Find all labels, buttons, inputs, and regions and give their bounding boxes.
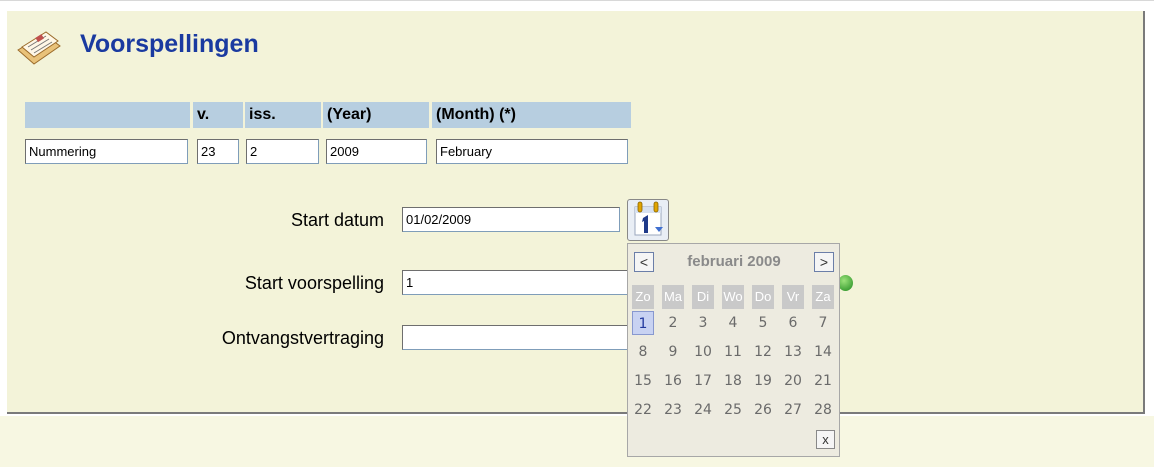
calendar-day[interactable]: 15: [632, 369, 654, 393]
calendar-day[interactable]: 28: [812, 398, 834, 422]
calendar-day[interactable]: 23: [662, 398, 684, 422]
calendar-day[interactable]: 10: [692, 340, 714, 364]
calendar-day[interactable]: 18: [722, 369, 744, 393]
calendar-day-name: Vr: [782, 285, 804, 309]
top-divider: [0, 0, 1154, 1]
issue-field[interactable]: [246, 139, 319, 164]
start-datum-label: Start datum: [290, 210, 384, 230]
table-header-volume: v.: [193, 102, 243, 128]
month-field[interactable]: [436, 139, 628, 164]
calendar-day[interactable]: 19: [752, 369, 774, 393]
start-datum-field[interactable]: [402, 207, 620, 232]
table-header-month: (Month) (*): [432, 102, 631, 128]
calendar-popup: < februari 2009 > x Zo Ma Di Wo Do Vr Za 1 2 3 4 5 6…: [627, 243, 840, 457]
calendar-day-name: Wo: [722, 285, 744, 309]
calendar-day[interactable]: 7: [812, 311, 834, 335]
year-field[interactable]: [326, 139, 427, 164]
calendar-day[interactable]: 6: [782, 311, 804, 335]
calendar-day[interactable]: 5: [752, 311, 774, 335]
ontvangstvertraging-field[interactable]: [402, 325, 628, 350]
calendar-day[interactable]: 4: [722, 311, 744, 335]
calendar-day[interactable]: 24: [692, 398, 714, 422]
calendar-icon: [634, 201, 663, 236]
calendar-day[interactable]: 3: [692, 311, 714, 335]
volume-field[interactable]: [197, 139, 239, 164]
calendar-day-name: Di: [692, 285, 714, 309]
page-title: Voorspellingen: [80, 30, 259, 58]
calendar-month-title: februari 2009: [687, 253, 781, 270]
calendar-day[interactable]: 11: [722, 340, 744, 364]
start-voorspelling-label: Start voorspelling: [244, 273, 384, 293]
calendar-day[interactable]: 9: [662, 340, 684, 364]
ontvangstvertraging-label: Ontvangstvertraging: [221, 328, 384, 348]
table-header-year: (Year): [323, 102, 429, 128]
calendar-day-name: Zo: [632, 285, 654, 309]
numbering-label-field[interactable]: [25, 139, 188, 164]
green-dot-icon[interactable]: [838, 275, 853, 291]
calendar-day-name: Za: [812, 285, 834, 309]
calendar-day-name: Ma: [662, 285, 684, 309]
newspaper-icon: [17, 31, 61, 65]
calendar-day[interactable]: 8: [632, 340, 654, 364]
calendar-day[interactable]: 16: [662, 369, 684, 393]
table-header-label: [25, 102, 190, 128]
calendar-day[interactable]: 22: [632, 398, 654, 422]
calendar-close-button[interactable]: x: [816, 430, 835, 449]
calendar-day[interactable]: 21: [812, 369, 834, 393]
calendar-day[interactable]: 17: [692, 369, 714, 393]
calendar-day-name: Do: [752, 285, 774, 309]
calendar-prev-button[interactable]: <: [634, 252, 654, 272]
calendar-day[interactable]: 27: [782, 398, 804, 422]
calendar-day[interactable]: 25: [722, 398, 744, 422]
calendar-day[interactable]: 1: [632, 311, 654, 335]
footer-strip: [0, 416, 1154, 467]
calendar-next-button[interactable]: >: [814, 252, 834, 272]
calendar-day[interactable]: 13: [782, 340, 804, 364]
calendar-day[interactable]: 20: [782, 369, 804, 393]
calendar-button[interactable]: [627, 199, 669, 241]
calendar-day[interactable]: 2: [662, 311, 684, 335]
calendar-day[interactable]: 12: [752, 340, 774, 364]
start-voorspelling-field[interactable]: [402, 270, 628, 295]
calendar-day[interactable]: 14: [812, 340, 834, 364]
calendar-day[interactable]: 26: [752, 398, 774, 422]
table-header-issue: iss.: [245, 102, 321, 128]
